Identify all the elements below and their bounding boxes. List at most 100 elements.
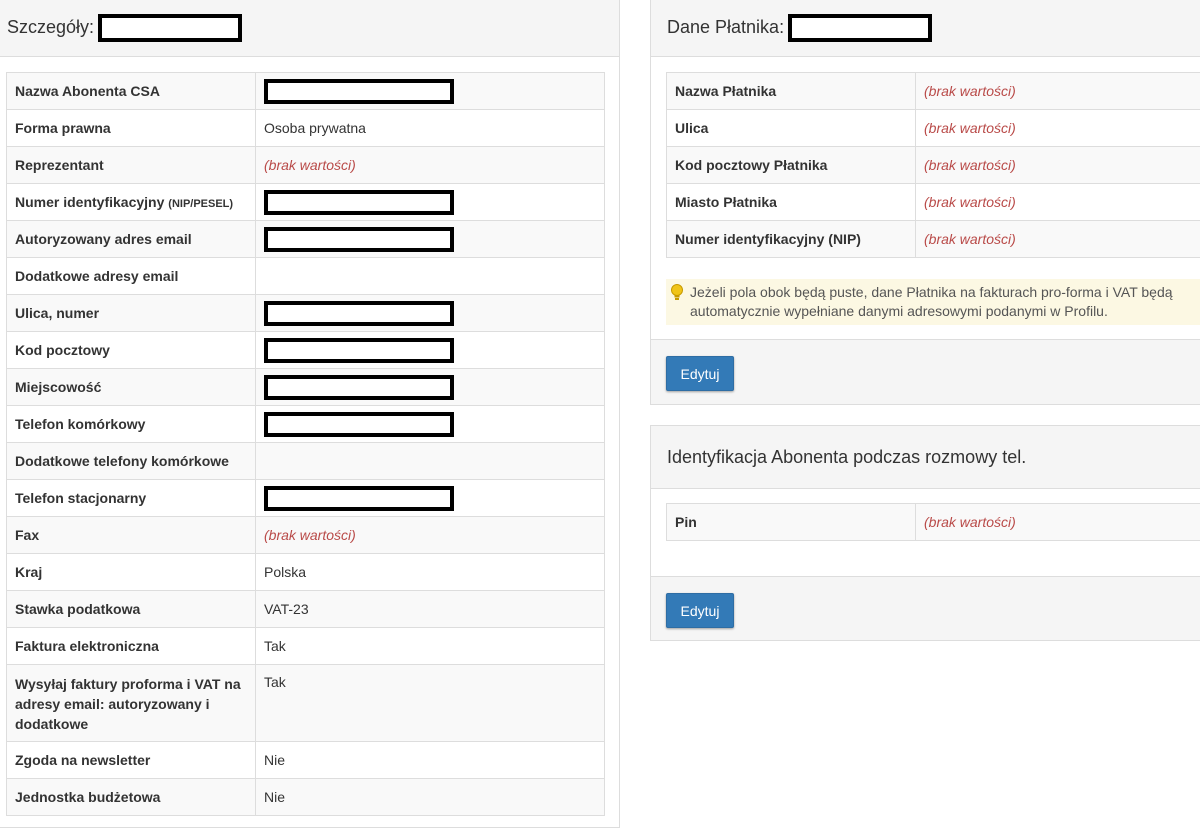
payer-panel-title: Dane Płatnika: [667,17,784,38]
table-row: Telefon stacjonarny [7,480,605,517]
redacted-box [98,14,242,42]
phone-id-panel: Identyfikacja Abonenta podczas rozmowy t… [650,425,1200,641]
row-label: Kraj [7,554,256,591]
row-value: (brak wartości) [256,517,605,554]
row-value: (brak wartości) [916,147,1200,184]
row-label: Wysyłaj faktury proforma i VAT na adresy… [7,665,256,742]
edit-payer-button[interactable]: Edytuj [666,356,734,391]
payer-notice: Jeżeli pola obok będą puste, dane Płatni… [666,279,1200,325]
row-value [256,221,605,258]
row-label-text: Numer identyfikacyjny (NIP) [675,231,861,247]
redacted-box [264,412,454,437]
row-value: (brak wartości) [256,147,605,184]
table-row: Stawka podatkowa VAT-23 [7,591,605,628]
row-value: (brak wartości) [916,184,1200,221]
table-row: Ulica, numer [7,295,605,332]
row-label-text: Dodatkowe adresy email [15,268,178,284]
row-value-text: Tak [264,674,286,690]
table-row: Nazwa Abonenta CSA [7,73,605,110]
empty-value: (brak wartości) [924,157,1016,173]
row-label-text: Forma prawna [15,120,111,136]
table-row: Nazwa Płatnika (brak wartości) [667,73,1200,110]
row-label: Kod pocztowy Płatnika [667,147,916,184]
row-label: Numer identyfikacyjny (NIP/PESEL) [7,184,256,221]
row-value-text: Nie [264,752,285,768]
row-value [256,480,605,517]
row-label-text: Stawka podatkowa [15,601,140,617]
table-row: Miasto Płatnika (brak wartości) [667,184,1200,221]
table-row: Dodatkowe adresy email [7,258,605,295]
table-row: Dodatkowe telefony komórkowe [7,443,605,480]
row-label: Jednostka budżetowa [7,779,256,816]
payer-table: Nazwa Płatnika(brak wartości)Ulica(brak … [666,72,1200,258]
details-panel-title: Szczegóły: [7,17,94,38]
table-row: Forma prawna Osoba prywatna [7,110,605,147]
row-label: Nazwa Płatnika [667,73,916,110]
row-label: Ulica [667,110,916,147]
table-row: Kraj Polska [7,554,605,591]
table-row: Reprezentant (brak wartości) [7,147,605,184]
empty-value: (brak wartości) [924,194,1016,210]
row-label: Miejscowość [7,369,256,406]
row-value-text: Osoba prywatna [264,120,366,136]
row-label-text: Faktura elektroniczna [15,638,159,654]
row-value [256,332,605,369]
redacted-box [264,301,454,326]
row-label-text: Nazwa Płatnika [675,83,776,99]
row-label: Autoryzowany adres email [7,221,256,258]
row-label: Forma prawna [7,110,256,147]
payer-notice-text: Jeżeli pola obok będą puste, dane Płatni… [690,284,1173,319]
row-value: Polska [256,554,605,591]
row-label: Zgoda na newsletter [7,742,256,779]
row-label-text: Kod pocztowy Płatnika [675,157,827,173]
details-table: Nazwa Abonenta CSA Forma prawna Osoba pryw… [6,72,605,816]
empty-value: (brak wartości) [924,514,1016,530]
payer-panel: Dane Płatnika: Nazwa Płatnika (brak warto… [650,0,1200,405]
table-row: Faktura elektroniczna Tak [7,628,605,665]
table-row: Wysyłaj faktury proforma i VAT na adresy… [7,665,605,742]
table-row: Kod pocztowy [7,332,605,369]
edit-pin-button[interactable]: Edytuj [666,593,734,628]
table-row: Autoryzowany adres email [7,221,605,258]
row-label: Pin [667,504,916,541]
row-label-text: Telefon stacjonarny [15,490,146,506]
row-value: Tak [256,665,605,742]
phone-id-panel-title: Identyfikacja Abonenta podczas rozmowy t… [667,447,1026,468]
row-value [256,369,605,406]
row-label: Faktura elektroniczna [7,628,256,665]
redacted-box [264,190,454,215]
row-label: Kod pocztowy [7,332,256,369]
row-value: Nie [256,742,605,779]
row-label-text: Autoryzowany adres email [15,231,192,247]
row-value [256,258,605,295]
details-panel: Szczegóły: Nazwa Abonenta CSAForma prawn… [0,0,620,828]
row-label-text: Miasto Płatnika [675,194,777,210]
row-value: (brak wartości) [916,73,1200,110]
redacted-box [264,227,454,252]
table-row: Pin (brak wartości) [667,504,1200,541]
row-label: Dodatkowe adresy email [7,258,256,295]
redacted-box [264,375,454,400]
row-value: (brak wartości) [916,504,1200,541]
row-value-text: Nie [264,789,285,805]
row-value [256,184,605,221]
table-row: Kod pocztowy Płatnika (brak wartości) [667,147,1200,184]
redacted-box [264,338,454,363]
details-panel-heading: Szczegóły: [0,0,619,57]
row-label-text: Miejscowość [15,379,101,395]
row-value-text: Tak [264,638,286,654]
table-row: Numer identyfikacyjny (NIP/PESEL) [7,184,605,221]
row-label-text: Reprezentant [15,157,104,173]
row-value-text: Polska [264,564,306,580]
row-label: Telefon stacjonarny [7,480,256,517]
row-label-text: Dodatkowe telefony komórkowe [15,453,229,469]
redacted-box [264,486,454,511]
row-value: VAT-23 [256,591,605,628]
row-value: (brak wartości) [916,110,1200,147]
table-row: Jednostka budżetowa Nie [7,779,605,816]
phone-id-table: Pin (brak wartości) [666,503,1200,541]
row-label: Dodatkowe telefony komórkowe [7,443,256,480]
row-label: Numer identyfikacyjny (NIP) [667,221,916,258]
row-value: Nie [256,779,605,816]
row-value [256,443,605,480]
